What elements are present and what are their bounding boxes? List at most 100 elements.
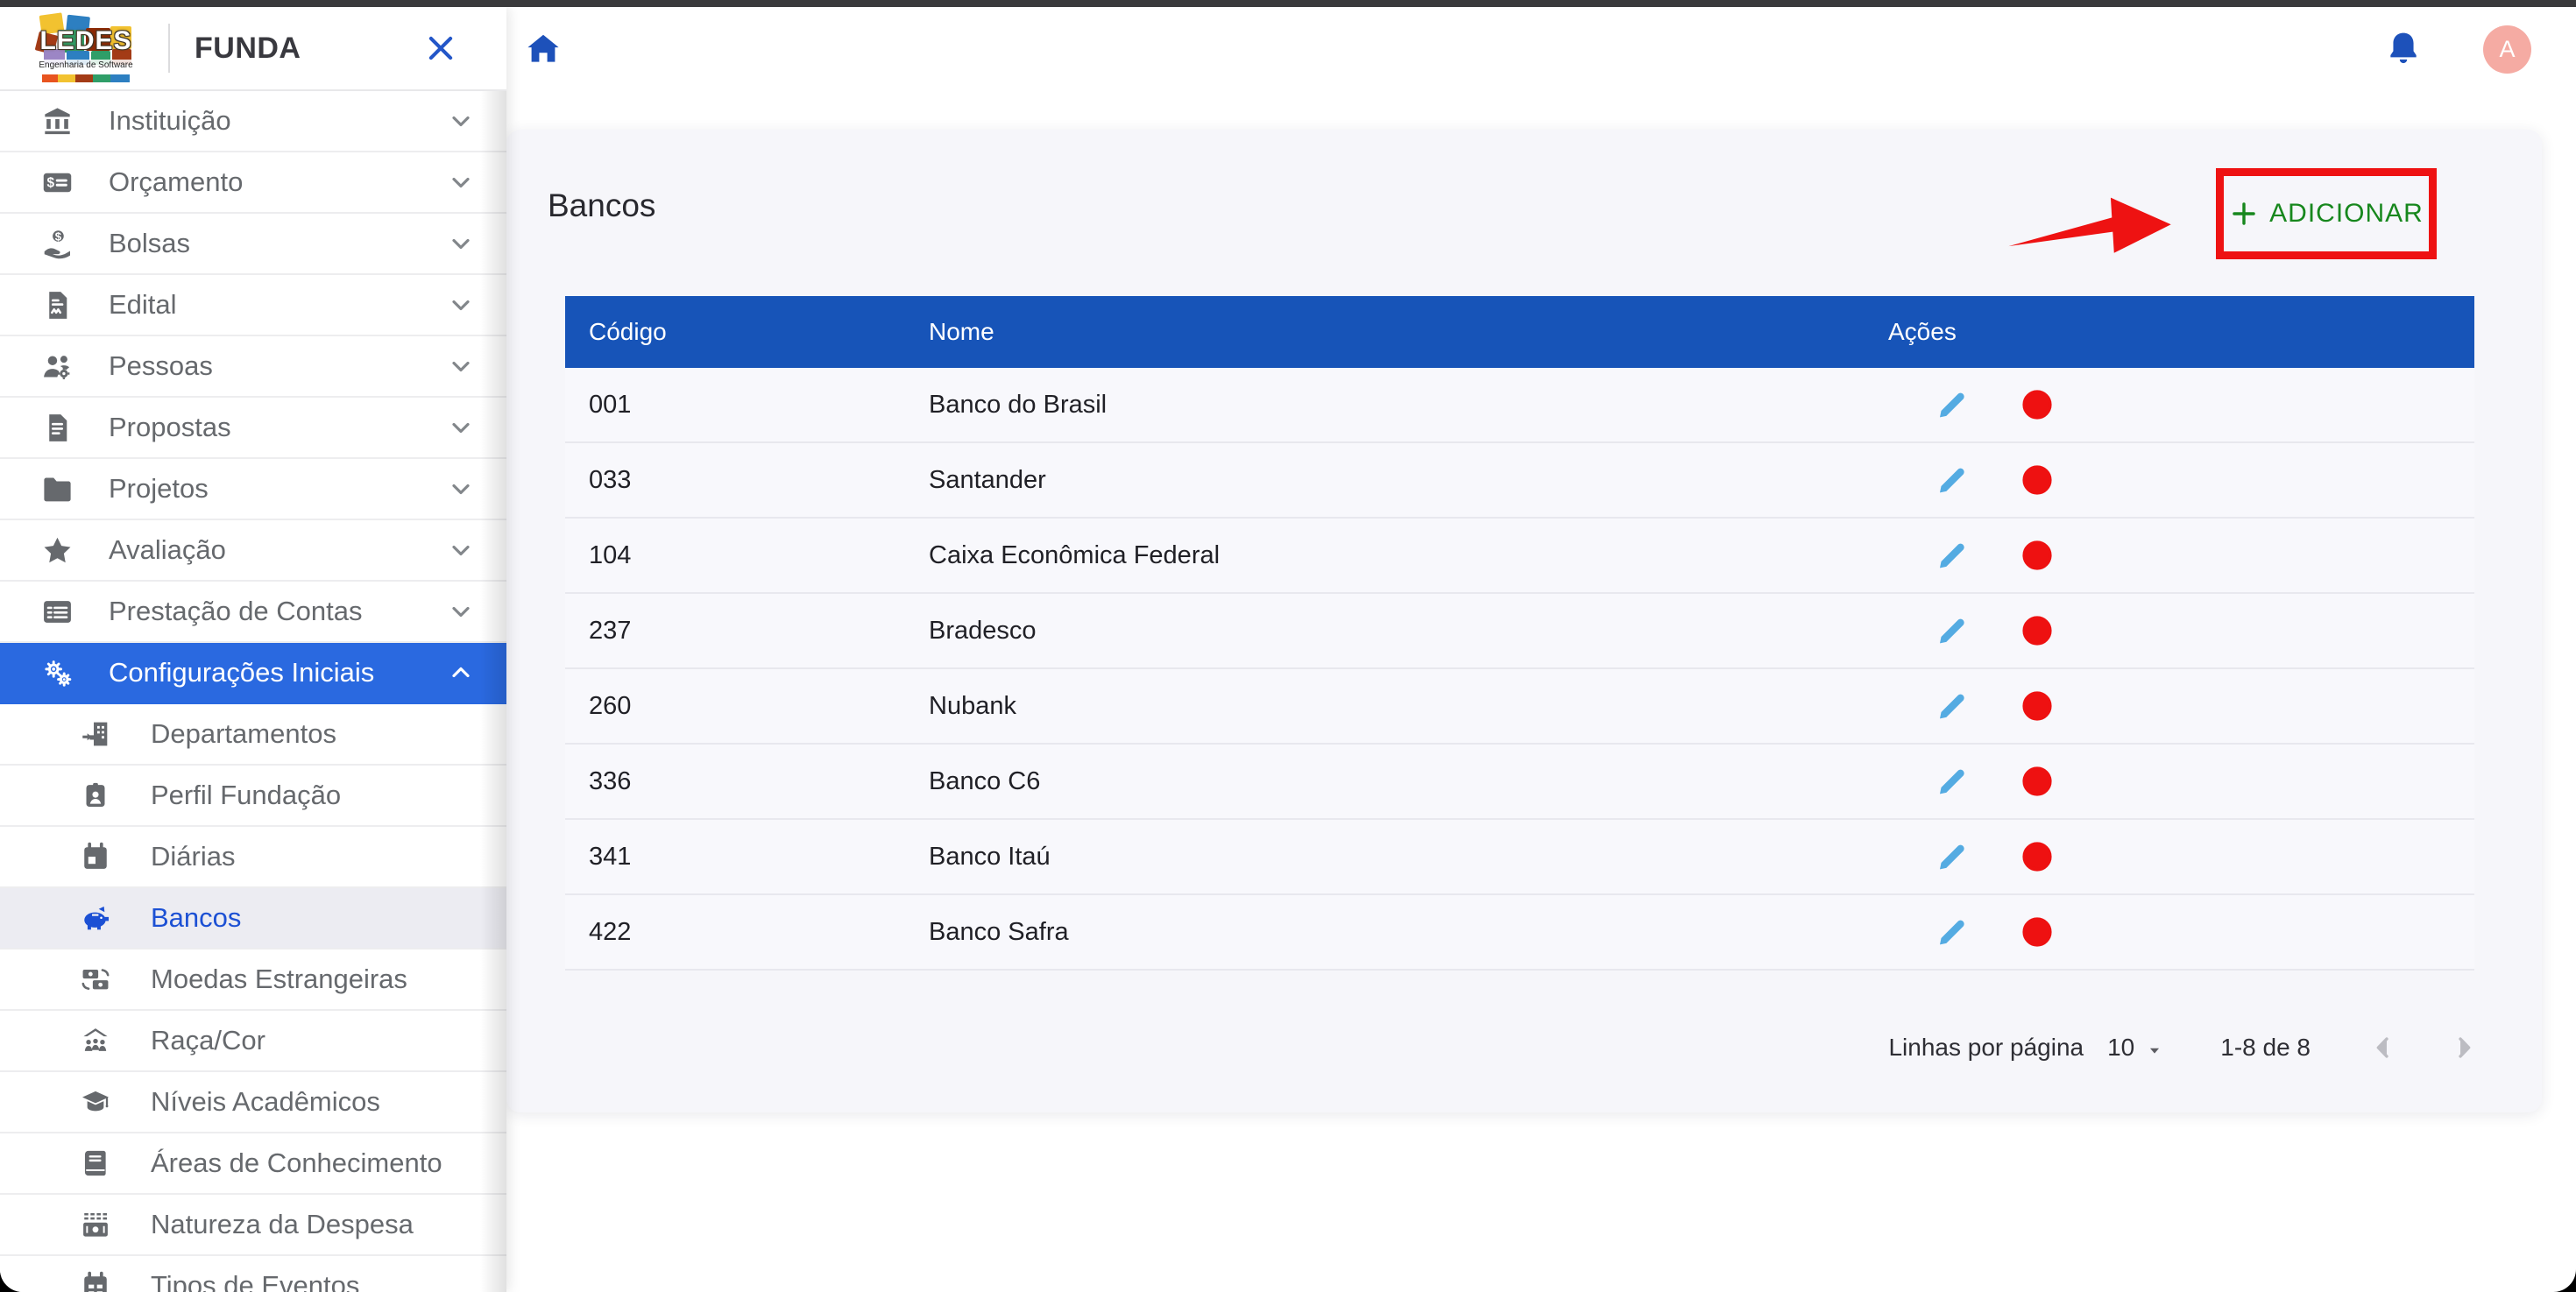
cell-acoes	[1865, 687, 2474, 725]
submenu-item-label: Moedas Estrangeiras	[151, 964, 407, 994]
sidebar-submenu-item[interactable]: Tipos de Eventos	[0, 1256, 506, 1292]
cell-codigo: 001	[589, 390, 632, 419]
col-nome: Nome	[929, 318, 994, 345]
chevron-down-icon[interactable]	[447, 536, 475, 564]
cell-acoes	[1865, 762, 2474, 801]
sidebar-submenu-item[interactable]: Raça/Cor	[0, 1011, 506, 1072]
edit-pencil-icon[interactable]	[1933, 687, 1971, 725]
sidebar-submenu-item[interactable]: Níveis Acadêmicos	[0, 1072, 506, 1133]
table-row: 237 Bradesco	[565, 594, 2474, 669]
add-button[interactable]: ADICIONAR	[2224, 198, 2429, 229]
sidebar-menu-item[interactable]: Projetos	[0, 459, 506, 520]
table-body: 001 Banco do Brasil 033 Santander 104 Ca…	[565, 368, 2474, 971]
menu-item-label: Edital	[109, 289, 177, 320]
sidebar-menu-item[interactable]: Instituição	[0, 91, 506, 152]
rows-per-page-value[interactable]: 10	[2107, 1034, 2134, 1062]
banks-table: Código Nome Ações 001 Banco do Brasil 03…	[565, 296, 2474, 971]
delete-ban-icon[interactable]	[2018, 611, 2056, 650]
table-row: 341 Banco Itaú	[565, 820, 2474, 895]
chevron-down-icon[interactable]	[447, 352, 475, 380]
cell-codigo: 341	[589, 842, 632, 871]
hand-dollar-icon: $	[37, 227, 77, 260]
cell-nome: Santander	[929, 465, 1046, 494]
sidebar-menu-item[interactable]: Pessoas	[0, 336, 506, 398]
chevron-right-icon[interactable]	[2449, 1033, 2479, 1063]
caret-down-icon[interactable]	[2145, 1038, 2164, 1057]
cell-codigo: 033	[589, 465, 632, 494]
sidebar-menu-item[interactable]: Configurações Iniciais	[0, 643, 506, 704]
chevron-down-icon[interactable]	[447, 107, 475, 135]
cell-acoes	[1865, 461, 2474, 499]
table-row: 104 Caixa Econômica Federal	[565, 519, 2474, 594]
logo-caption: Engenharia de Software	[37, 60, 135, 71]
svg-text:$: $	[54, 229, 61, 243]
submenu-item-label: Áreas de Conhecimento	[151, 1147, 442, 1178]
sidebar-menu-item[interactable]: $ Bolsas	[0, 214, 506, 275]
chevron-up-icon[interactable]	[447, 659, 475, 687]
piggy-bank-icon	[75, 901, 116, 935]
delete-ban-icon[interactable]	[2018, 837, 2056, 876]
sidebar-menu-item[interactable]: Prestação de Contas	[0, 582, 506, 643]
submenu-item-label: Diárias	[151, 841, 236, 872]
avatar[interactable]: A	[2483, 25, 2531, 74]
home-icon[interactable]	[524, 31, 563, 69]
sidebar-submenu-item[interactable]: Departamentos	[0, 704, 506, 766]
bank-icon	[37, 104, 77, 138]
sidebar-submenu: Departamentos Perfil Fundação Diárias Ba…	[0, 704, 506, 1292]
window-top-edge	[0, 0, 2576, 7]
chevron-down-icon[interactable]	[447, 168, 475, 196]
brand-name: FUNDA	[195, 31, 301, 65]
chevron-left-icon[interactable]	[2368, 1033, 2398, 1063]
delete-ban-icon[interactable]	[2018, 385, 2056, 424]
chevron-down-icon[interactable]	[447, 597, 475, 625]
id-badge-icon	[75, 779, 116, 812]
annotation-arrow	[2008, 197, 2171, 253]
menu-item-label: Pessoas	[109, 350, 213, 381]
cell-nome: Nubank	[929, 691, 1016, 720]
chevron-down-icon[interactable]	[447, 229, 475, 258]
edit-pencil-icon[interactable]	[1933, 837, 1971, 876]
delete-ban-icon[interactable]	[2018, 687, 2056, 725]
table-list-icon	[37, 595, 77, 628]
menu-item-label: Instituição	[109, 105, 231, 136]
close-icon[interactable]	[424, 32, 457, 65]
sidebar-submenu-item[interactable]: Moedas Estrangeiras	[0, 950, 506, 1011]
sidebar-menu-item[interactable]: $ Orçamento	[0, 152, 506, 214]
edit-pencil-icon[interactable]	[1933, 536, 1971, 575]
edit-pencil-icon[interactable]	[1933, 762, 1971, 801]
edit-pencil-icon[interactable]	[1933, 461, 1971, 499]
delete-ban-icon[interactable]	[2018, 461, 2056, 499]
table-row: 260 Nubank	[565, 669, 2474, 745]
cell-acoes	[1865, 536, 2474, 575]
sidebar-submenu-item[interactable]: Áreas de Conhecimento	[0, 1133, 506, 1195]
content-card: Bancos ADICIONAR Código Nome Ações 001 B…	[506, 130, 2542, 1112]
sidebar-submenu-item[interactable]: Natureza da Despesa	[0, 1195, 506, 1256]
sidebar-submenu-item[interactable]: Bancos	[0, 888, 506, 950]
cell-acoes	[1865, 385, 2474, 424]
cell-nome: Caixa Econômica Federal	[929, 540, 1221, 569]
sidebar-menu-item[interactable]: Propostas	[0, 398, 506, 459]
sidebar-menu-item[interactable]: Edital	[0, 275, 506, 336]
cell-nome: Banco Itaú	[929, 842, 1051, 871]
table-row: 422 Banco Safra	[565, 895, 2474, 971]
chevron-down-icon[interactable]	[447, 413, 475, 441]
graduation-cap-icon	[75, 1085, 116, 1119]
delete-ban-icon[interactable]	[2018, 913, 2056, 951]
cell-codigo: 336	[589, 766, 632, 795]
submenu-item-label: Bancos	[151, 902, 242, 933]
sidebar-submenu-item[interactable]: Perfil Fundação	[0, 766, 506, 827]
menu-item-label: Propostas	[109, 412, 231, 442]
bell-icon[interactable]	[2384, 29, 2423, 69]
chevron-down-icon[interactable]	[447, 475, 475, 503]
folder-icon	[37, 472, 77, 505]
sidebar-submenu-item[interactable]: Diárias	[0, 827, 506, 888]
logo-text: LEDES	[39, 26, 132, 55]
edit-pencil-icon[interactable]	[1933, 913, 1971, 951]
edit-pencil-icon[interactable]	[1933, 611, 1971, 650]
chevron-down-icon[interactable]	[447, 291, 475, 319]
delete-ban-icon[interactable]	[2018, 762, 2056, 801]
sidebar-menu-item[interactable]: Avaliação	[0, 520, 506, 582]
delete-ban-icon[interactable]	[2018, 536, 2056, 575]
submenu-item-label: Departamentos	[151, 718, 336, 749]
edit-pencil-icon[interactable]	[1933, 385, 1971, 424]
